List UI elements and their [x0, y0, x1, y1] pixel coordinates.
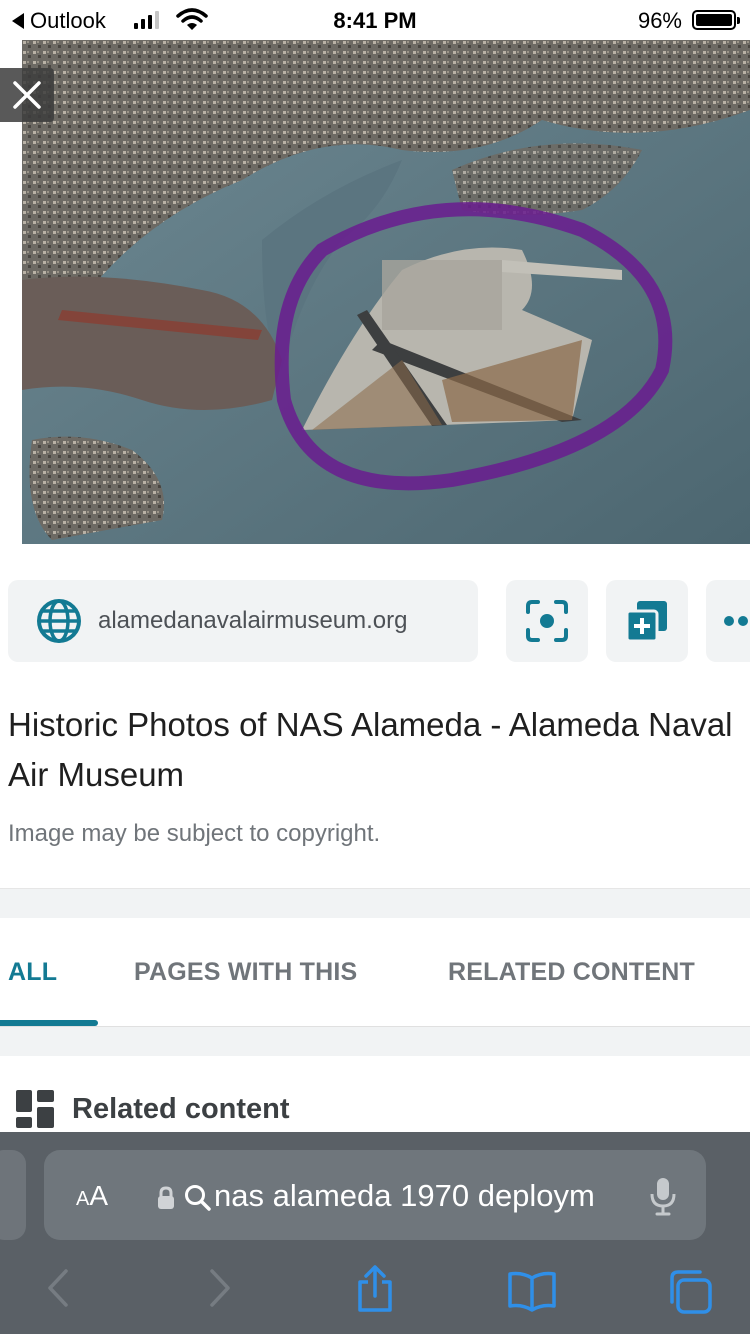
related-content-header: Related content [16, 1090, 290, 1128]
add-to-collection-button[interactable] [606, 580, 688, 662]
tabs-divider [0, 1026, 750, 1056]
address-text[interactable]: nas alameda 1970 deploym [214, 1178, 624, 1214]
result-tabs: ALL PAGES WITH THIS RELATED CONTENT [0, 918, 750, 1026]
more-button[interactable] [706, 580, 750, 662]
close-button[interactable] [0, 68, 54, 122]
lens-icon [526, 600, 568, 642]
text-size-button[interactable]: AA [76, 1180, 108, 1212]
battery-icon [692, 10, 740, 30]
result-title[interactable]: Historic Photos of NAS Alameda - Alameda… [8, 700, 738, 800]
more-icon [724, 616, 750, 626]
tabs-icon[interactable] [666, 1268, 714, 1316]
previous-tab-edge[interactable] [0, 1150, 26, 1240]
close-icon [13, 81, 41, 109]
copyright-notice: Image may be subject to copyright. [8, 820, 381, 847]
source-domain: alamedanavalairmuseum.org [98, 607, 408, 634]
safari-toolbar: AA nas alameda 1970 deploym [0, 1132, 750, 1334]
tab-all[interactable]: ALL [8, 958, 57, 987]
globe-icon [37, 599, 81, 643]
battery-percent: 96% [637, 8, 682, 33]
microphone-icon[interactable] [650, 1176, 676, 1216]
source-row: alamedanavalairmuseum.org [0, 580, 750, 664]
share-icon[interactable] [354, 1264, 396, 1314]
section-divider [0, 888, 750, 918]
aerial-photo [22, 40, 750, 544]
tab-pages-with-this[interactable]: PAGES WITH THIS [134, 958, 357, 987]
related-content-title: Related content [72, 1092, 290, 1125]
bookmarks-icon[interactable] [506, 1270, 558, 1312]
result-image[interactable] [22, 40, 750, 544]
tab-related-content[interactable]: RELATED CONTENT [448, 958, 695, 987]
address-bar[interactable]: AA nas alameda 1970 deploym [44, 1150, 706, 1240]
search-icon [185, 1185, 211, 1211]
add-to-collection-icon [625, 601, 667, 643]
back-icon[interactable] [46, 1268, 70, 1308]
source-link[interactable]: alamedanavalairmuseum.org [8, 580, 478, 662]
grid-icon [16, 1090, 54, 1128]
forward-icon[interactable] [208, 1268, 232, 1308]
status-bar: Outlook 8:41 PM 96% [0, 0, 750, 40]
lens-button[interactable] [506, 580, 588, 662]
lock-icon [158, 1186, 174, 1209]
